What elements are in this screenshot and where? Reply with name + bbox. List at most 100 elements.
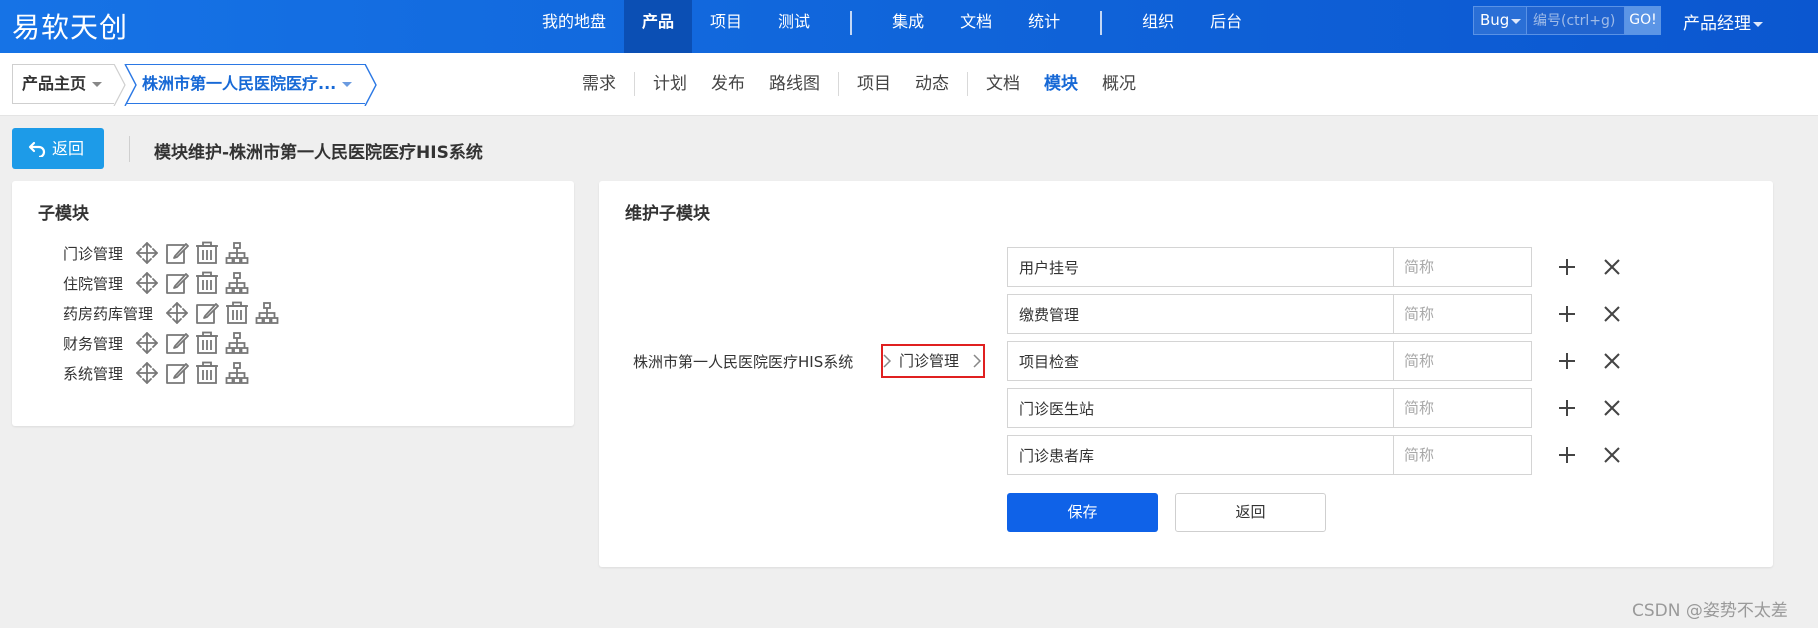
top-navbar: 易软天创 我的地盘 产品 项目 测试 集成 文档 统计 组织 后台 Bug GO… — [0, 0, 1818, 53]
brand-logo[interactable]: 易软天创 — [12, 6, 128, 46]
submodule-name-input[interactable] — [1007, 388, 1394, 428]
subnav-module[interactable]: 模块 — [1032, 64, 1090, 104]
search-input[interactable] — [1527, 6, 1625, 35]
user-menu[interactable]: 产品经理 — [1683, 9, 1763, 34]
submodule-name-input[interactable] — [1007, 341, 1394, 381]
hierarchy-icon[interactable] — [225, 241, 249, 265]
hierarchy-icon[interactable] — [225, 361, 249, 385]
nav-integration[interactable]: 集成 — [874, 0, 942, 53]
plus-icon[interactable] — [1555, 396, 1579, 420]
submodule-short-name-input[interactable] — [1393, 294, 1532, 334]
breadcrumb-product-home[interactable]: 产品主页 — [12, 64, 114, 104]
close-icon[interactable] — [1600, 396, 1624, 420]
delete-icon[interactable] — [195, 271, 219, 295]
delete-icon[interactable] — [225, 301, 249, 325]
search-type-label: Bug — [1480, 11, 1510, 29]
search-type-select[interactable]: Bug — [1473, 6, 1527, 35]
breadcrumb-home-label: 产品主页 — [22, 74, 87, 93]
nav-product[interactable]: 产品 — [624, 0, 693, 53]
chevron-down-icon — [92, 82, 103, 87]
submodule-short-name-input[interactable] — [1393, 435, 1532, 475]
module-actions — [135, 271, 249, 295]
nav-test[interactable]: 测试 — [760, 0, 828, 53]
move-icon[interactable] — [135, 361, 159, 385]
nav-docs[interactable]: 文档 — [942, 0, 1010, 53]
title-divider — [129, 136, 130, 162]
edit-icon[interactable] — [195, 301, 219, 325]
module-tree-label[interactable]: 门诊管理 — [63, 243, 123, 264]
submodule-name-input[interactable] — [1007, 247, 1394, 287]
subnav-roadmap[interactable]: 路线图 — [757, 64, 832, 104]
chevron-down-icon — [1753, 21, 1763, 27]
nav-stats[interactable]: 统计 — [1010, 0, 1078, 53]
nav-divider — [1100, 10, 1103, 35]
close-icon[interactable] — [1600, 349, 1624, 373]
chevron-down-icon — [342, 82, 353, 87]
subnav-project[interactable]: 项目 — [845, 64, 903, 104]
nav-organization[interactable]: 组织 — [1124, 0, 1192, 53]
move-icon[interactable] — [135, 241, 159, 265]
submodule-short-name-input[interactable] — [1393, 388, 1532, 428]
subnav-docs[interactable]: 文档 — [974, 64, 1032, 104]
nav-admin[interactable]: 后台 — [1192, 0, 1260, 53]
plus-icon[interactable] — [1555, 349, 1579, 373]
edit-icon[interactable] — [165, 331, 189, 355]
quick-search: Bug GO! — [1473, 6, 1661, 35]
delete-icon[interactable] — [195, 361, 219, 385]
hierarchy-icon[interactable] — [255, 301, 279, 325]
plus-icon[interactable] — [1555, 255, 1579, 279]
nav-project[interactable]: 项目 — [692, 0, 760, 53]
module-path-current[interactable]: 门诊管理 — [881, 344, 985, 378]
subnav-overview[interactable]: 概况 — [1090, 64, 1148, 104]
breadcrumb-product[interactable]: 株洲市第一人民医院医疗... — [126, 64, 366, 104]
breadcrumb-product-label: 株洲市第一人民医院医疗... — [142, 74, 337, 93]
close-icon[interactable] — [1600, 255, 1624, 279]
move-icon[interactable] — [165, 301, 189, 325]
delete-icon[interactable] — [195, 331, 219, 355]
submodule-name-input[interactable] — [1007, 435, 1394, 475]
module-path-root[interactable]: 株洲市第一人民医院医疗HIS系统 — [633, 351, 853, 372]
save-button[interactable]: 保存 — [1007, 493, 1158, 532]
move-icon[interactable] — [135, 331, 159, 355]
module-tree: 门诊管理住院管理药房药库管理 财务管理系统管理 — [63, 238, 279, 388]
move-icon[interactable] — [135, 271, 159, 295]
submodule-name-input[interactable] — [1007, 294, 1394, 334]
subnav-plan[interactable]: 计划 — [641, 64, 699, 104]
module-tree-label[interactable]: 住院管理 — [63, 273, 123, 294]
edit-icon[interactable] — [165, 241, 189, 265]
sub-header: 产品主页 株洲市第一人民医院医疗... 需求 计划 发布 路线图 项目 动态 文… — [0, 53, 1818, 116]
subnav-divider — [634, 72, 635, 96]
subnav-story[interactable]: 需求 — [570, 64, 628, 104]
chevron-down-icon — [1511, 19, 1521, 24]
module-tree-item: 药房药库管理 — [63, 298, 279, 328]
hierarchy-icon[interactable] — [225, 271, 249, 295]
module-tree-label[interactable]: 系统管理 — [63, 363, 123, 384]
close-icon[interactable] — [1600, 302, 1624, 326]
hierarchy-icon[interactable] — [225, 331, 249, 355]
submodule-row — [1007, 435, 1620, 475]
plus-icon[interactable] — [1555, 443, 1579, 467]
subnav-release[interactable]: 发布 — [699, 64, 757, 104]
module-tree-label[interactable]: 财务管理 — [63, 333, 123, 354]
maintain-submodule-panel: 维护子模块 株洲市第一人民医院医疗HIS系统 门诊管理 保存 返回 — [599, 181, 1773, 567]
subnav-dynamic[interactable]: 动态 — [903, 64, 961, 104]
submodule-panel: 子模块 门诊管理 住院管理 药房药库管理 财务管理 系统管理 — [12, 181, 574, 426]
nav-my-dashboard[interactable]: 我的地盘 — [524, 0, 624, 53]
edit-icon[interactable] — [165, 271, 189, 295]
watermark: CSDN @姿势不太差 — [1632, 601, 1788, 621]
close-icon[interactable] — [1600, 443, 1624, 467]
delete-icon[interactable] — [195, 241, 219, 265]
submodule-short-name-input[interactable] — [1393, 341, 1532, 381]
submodule-rows — [1007, 247, 1620, 482]
module-actions — [135, 361, 249, 385]
module-actions — [165, 301, 279, 325]
submodule-short-name-input[interactable] — [1393, 247, 1532, 287]
page-title: 模块维护-株洲市第一人民医院医疗HIS系统 — [154, 143, 483, 163]
edit-icon[interactable] — [165, 361, 189, 385]
plus-icon[interactable] — [1555, 302, 1579, 326]
module-tree-label[interactable]: 药房药库管理 — [63, 303, 153, 324]
go-button[interactable]: GO! — [1625, 6, 1661, 35]
subnav-divider — [838, 72, 839, 96]
back-button[interactable]: 返回 — [12, 128, 104, 169]
return-button[interactable]: 返回 — [1175, 493, 1326, 532]
